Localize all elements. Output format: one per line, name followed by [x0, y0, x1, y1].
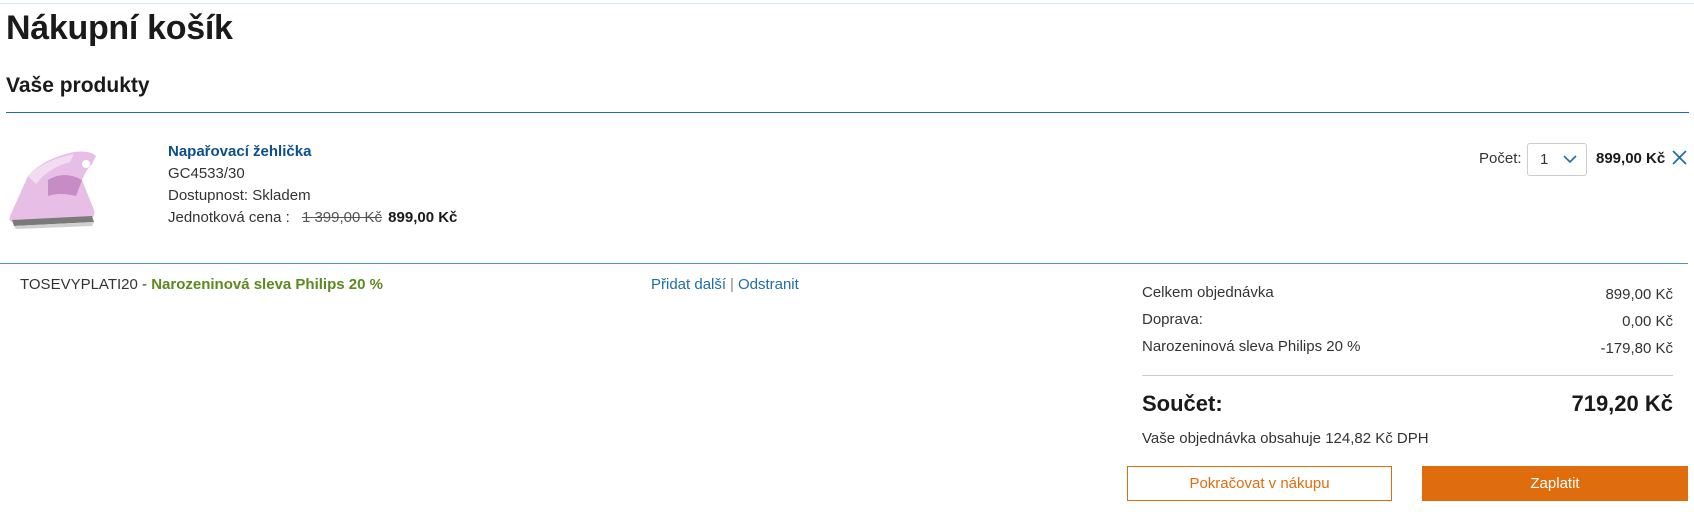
summary-row-order: Celkem objednávka 899,00 Kč — [1142, 284, 1673, 311]
total-label: Součet: — [1142, 391, 1223, 416]
remove-coupon-link[interactable]: Odstranit — [738, 276, 799, 293]
product-model: GC4533/30 — [168, 165, 245, 182]
summary-row-shipping: Doprava: 0,00 Kč — [1142, 311, 1673, 338]
close-icon[interactable] — [1672, 150, 1687, 165]
product-image[interactable] — [4, 140, 110, 236]
summary-divider — [1142, 375, 1673, 376]
product-unit-price: Jednotková cena : 1 399,00 Kč 899,00 Kč — [168, 209, 457, 226]
summary-value: 0,00 Kč — [1622, 313, 1673, 330]
chevron-down-icon — [1563, 155, 1577, 164]
unit-price-label: Jednotková cena : — [168, 209, 290, 226]
coupon-actions-divider: | — [730, 276, 734, 293]
quantity-select[interactable]: 1 — [1527, 143, 1587, 176]
coupon-separator: - — [137, 276, 152, 293]
add-coupon-link[interactable]: Přidat další — [651, 276, 726, 293]
section-title: Vaše produkty — [6, 74, 150, 97]
coupon-code: TOSEVYPLATI20 — [20, 276, 138, 293]
total-value: 719,20 Kč — [1571, 391, 1673, 416]
product-availability: Dostupnost: Skladem — [168, 187, 311, 204]
summary-value: 899,00 Kč — [1605, 286, 1673, 303]
section-divider — [6, 112, 1689, 113]
product-divider — [0, 263, 1688, 264]
product-info: Napařovací žehlička GC4533/30 Dostupnost… — [168, 143, 457, 231]
summary-row-discount: Narozeninová sleva Philips 20 % -179,80 … — [1142, 338, 1673, 365]
quantity-label: Počet: — [1479, 150, 1522, 167]
top-divider — [0, 3, 1694, 4]
coupon-description: Narozeninová sleva Philips 20 % — [151, 276, 383, 293]
quantity-value: 1 — [1540, 151, 1549, 168]
summary-value: -179,80 Kč — [1600, 340, 1673, 357]
unit-price-old: 1 399,00 Kč — [301, 209, 382, 226]
summary-label: Celkem objednávka — [1142, 284, 1274, 301]
coupon-info: TOSEVYPLATI20 - Narozeninová sleva Phili… — [20, 276, 383, 293]
vat-note: Vaše objednávka obsahuje 124,82 Kč DPH — [1142, 430, 1429, 447]
coupon-actions: Přidat další | Odstranit — [651, 276, 799, 293]
line-total: 899,00 Kč — [1596, 150, 1666, 167]
continue-shopping-button[interactable]: Pokračovat v nákupu — [1127, 466, 1392, 501]
cart-page: Nákupní košík Vaše produkty Napařovací ž… — [0, 0, 1694, 512]
order-summary: Celkem objednávka 899,00 Kč Doprava: 0,0… — [1142, 284, 1673, 365]
summary-label: Narozeninová sleva Philips 20 % — [1142, 338, 1361, 355]
page-title: Nákupní košík — [6, 9, 233, 47]
unit-price-new: 899,00 Kč — [388, 209, 458, 226]
pay-button[interactable]: Zaplatit — [1422, 466, 1688, 501]
summary-label: Doprava: — [1142, 311, 1203, 328]
product-name-link[interactable]: Napařovací žehlička — [168, 143, 457, 160]
